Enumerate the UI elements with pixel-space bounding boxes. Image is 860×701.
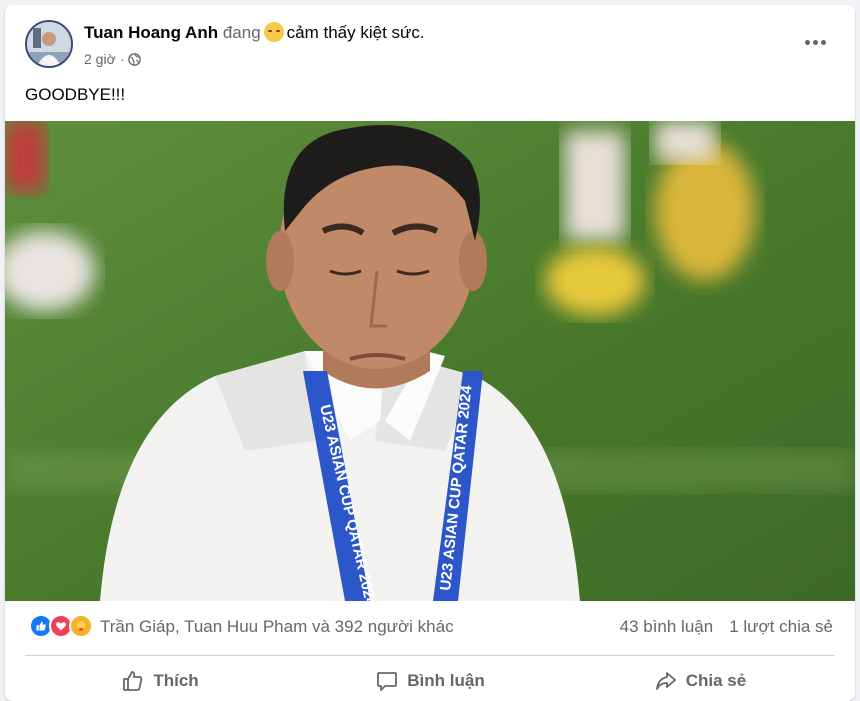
comment-icon <box>377 672 398 691</box>
thumbs-up-icon <box>123 671 143 691</box>
share-button[interactable]: Chia sẻ <box>565 661 835 701</box>
feeling-prefix-text: đang <box>222 23 261 42</box>
post-time[interactable]: 2 giờ <box>84 51 116 67</box>
author-line: Tuan Hoang Anh đang cảm thấy kiệt sức. <box>84 22 425 43</box>
action-bar: Thích Bình luận Chia sẻ <box>25 661 835 701</box>
dot <box>804 39 810 45</box>
like-button[interactable]: Thích <box>25 661 295 701</box>
share-label: Chia sẻ <box>685 671 747 690</box>
dot <box>820 39 826 45</box>
post-text: GOODBYE!!! <box>25 85 126 104</box>
author-name[interactable]: Tuan Hoang Anh <box>84 23 218 42</box>
comment-count[interactable]: 43 bình luận <box>620 617 714 637</box>
more-options-button[interactable] <box>801 32 829 52</box>
post-photo[interactable]: U23 ASIAN CUP QATAR 2024 U23 ASIAN CUP Q… <box>5 121 855 601</box>
globe-icon <box>128 52 142 66</box>
author-avatar[interactable] <box>25 20 73 68</box>
comment-label: Bình luận <box>407 671 485 690</box>
reaction-icons[interactable] <box>29 614 93 638</box>
tired-emoji-icon <box>263 22 284 42</box>
reactions-bar: Trần Giáp, Tuan Huu Pham và 392 người kh… <box>5 601 855 651</box>
comment-button[interactable]: Bình luận <box>295 661 565 701</box>
share-icon <box>655 672 676 690</box>
feeling-prefix: đang cảm thấy kiệt sức. <box>222 22 425 42</box>
care-icon <box>69 614 93 638</box>
divider <box>25 655 835 656</box>
reaction-names[interactable]: Trần Giáp, Tuan Huu Pham và 392 người kh… <box>100 617 454 637</box>
dot <box>812 39 818 45</box>
post-card: Tuan Hoang Anh đang cảm thấy kiệt sức. 2 … <box>5 5 855 701</box>
like-label: Thích <box>153 671 199 690</box>
post-meta: 2 giờ · <box>84 51 142 67</box>
feeling-text[interactable]: cảm thấy kiệt sức. <box>287 23 425 42</box>
post-stats: 43 bình luận 1 lượt chia sẻ <box>620 617 833 637</box>
post-header: Tuan Hoang Anh đang cảm thấy kiệt sức. 2 … <box>25 20 835 72</box>
meta-separator: · <box>119 51 125 67</box>
share-count[interactable]: 1 lượt chia sẻ <box>729 617 833 637</box>
